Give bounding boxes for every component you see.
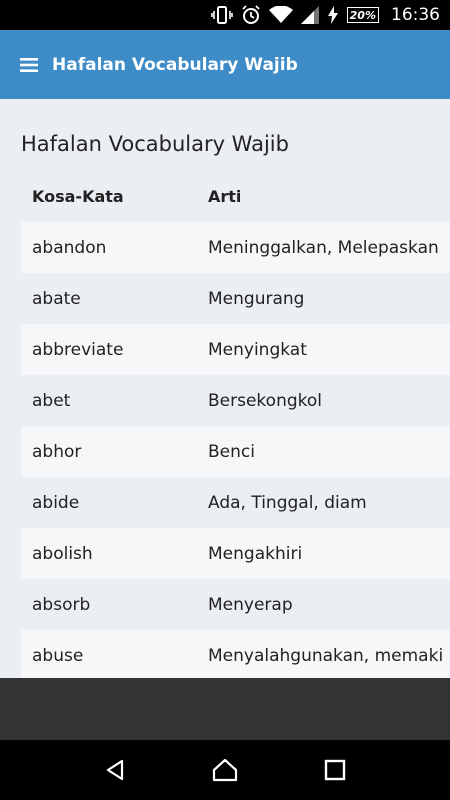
word-cell: abolish <box>32 543 93 564</box>
wifi-icon <box>268 6 293 24</box>
main-content[interactable]: Hafalan Vocabulary Wajib Kosa-Kata Arti … <box>0 99 450 678</box>
table-row[interactable]: abolish Mengakhiri <box>21 528 450 579</box>
table-row[interactable]: abandon Meninggalkan, Melepaskan <box>21 222 450 273</box>
header-word: Kosa-Kata <box>32 186 124 206</box>
table-row[interactable]: abide Ada, Tinggal, diam <box>21 477 450 528</box>
table-row[interactable]: abet Bersekongkol <box>21 375 450 426</box>
word-cell: abet <box>32 390 71 411</box>
battery-indicator: 20% <box>346 7 379 23</box>
table-row[interactable]: abuse Menyalahgunakan, memaki <box>21 630 450 678</box>
table-header: Kosa-Kata Arti <box>21 170 450 222</box>
signal-icon <box>300 6 319 24</box>
meaning-cell: Mengurang <box>208 288 305 309</box>
back-icon[interactable] <box>95 750 135 790</box>
battery-icon: 20% <box>346 7 379 23</box>
word-cell: abate <box>32 288 81 309</box>
hamburger-menu-icon[interactable] <box>20 57 38 73</box>
status-bar: 20% 16:36 <box>0 0 450 30</box>
meaning-cell: Mengakhiri <box>208 543 303 564</box>
vibrate-icon <box>210 6 233 24</box>
status-time: 16:36 <box>391 5 440 25</box>
word-cell: abhor <box>32 441 82 462</box>
meaning-cell: Menyerap <box>208 594 293 615</box>
meaning-cell: Ada, Tinggal, diam <box>208 492 367 513</box>
table-row[interactable]: absorb Menyerap <box>21 579 450 630</box>
page-title: Hafalan Vocabulary Wajib <box>21 132 289 156</box>
bottom-panel <box>0 678 450 740</box>
table-row[interactable]: abate Mengurang <box>21 273 450 324</box>
meaning-cell: Benci <box>208 441 255 462</box>
meaning-cell: Meninggalkan, Melepaskan <box>208 237 439 258</box>
app-bar-title: Hafalan Vocabulary Wajib <box>52 54 298 75</box>
table-row[interactable]: abhor Benci <box>21 426 450 477</box>
battery-level: 20% <box>349 8 376 22</box>
word-cell: absorb <box>32 594 91 615</box>
meaning-cell: Menyingkat <box>208 339 307 360</box>
navigation-bar <box>0 740 450 800</box>
alarm-icon <box>241 5 261 25</box>
charging-icon <box>327 6 339 24</box>
recents-icon[interactable] <box>315 750 355 790</box>
meaning-cell: Menyalahgunakan, memaki <box>208 645 444 666</box>
word-cell: abbreviate <box>32 339 124 360</box>
vocabulary-table: Kosa-Kata Arti abandon Meninggalkan, Mele… <box>21 170 450 678</box>
home-icon[interactable] <box>205 750 245 790</box>
table-row[interactable]: abbreviate Menyingkat <box>21 324 450 375</box>
word-cell: abide <box>32 492 80 513</box>
app-bar: Hafalan Vocabulary Wajib <box>0 30 450 99</box>
word-cell: abandon <box>32 237 107 258</box>
meaning-cell: Bersekongkol <box>208 390 322 411</box>
word-cell: abuse <box>32 645 84 666</box>
header-meaning: Arti <box>208 186 242 206</box>
